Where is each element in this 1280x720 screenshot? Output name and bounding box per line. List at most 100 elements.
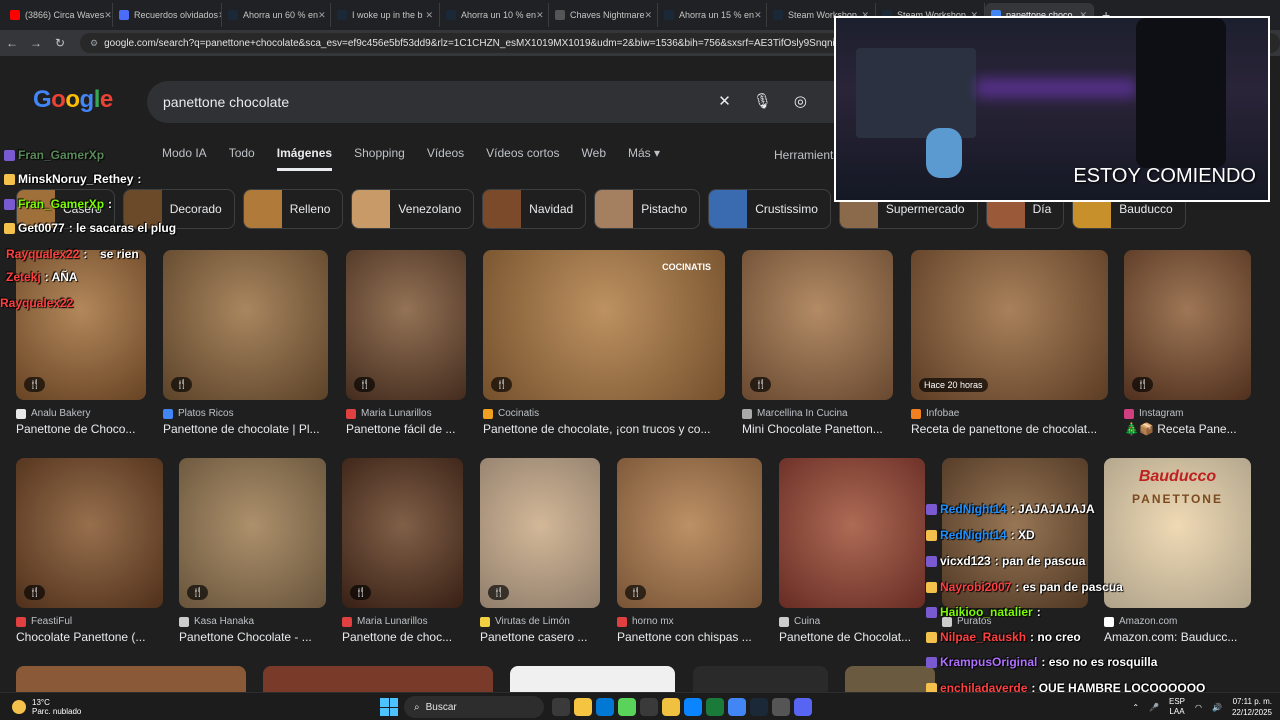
result-image[interactable]: 🍴 (742, 250, 893, 400)
result-source[interactable]: Instagram (1124, 408, 1251, 419)
result-source[interactable]: Maria Lunarillos (346, 408, 466, 419)
result-source[interactable]: Infobae (911, 408, 1108, 419)
result-source[interactable]: Platos Ricos (163, 408, 328, 419)
google-logo[interactable]: Google (33, 86, 113, 114)
taskbar-app-icon[interactable] (750, 698, 768, 716)
reload-icon[interactable]: ↻ (48, 36, 72, 50)
image-result[interactable]: 🍴 Maria Lunarillos Panettone fácil de ... (346, 250, 466, 436)
result-title[interactable]: Panettone de chocolate | Pl... (163, 422, 328, 436)
result-title[interactable]: Receta de panettone de chocolat... (911, 422, 1108, 436)
clear-icon[interactable]: ✕ (718, 92, 731, 110)
chip-pistacho[interactable]: Pistacho (594, 189, 701, 229)
taskbar-app-icon[interactable] (574, 698, 592, 716)
close-icon[interactable]: ✕ (425, 10, 433, 21)
volume-icon[interactable]: 🔊 (1212, 703, 1222, 712)
taskbar-app-icon[interactable] (684, 698, 702, 716)
result-image[interactable]: 🍴 (179, 458, 326, 608)
image-result[interactable]: 🍴 Virutas de Limón Panettone casero ... (480, 458, 600, 644)
tab-3[interactable]: Shopping (354, 146, 405, 171)
taskbar-app-icon[interactable] (618, 698, 636, 716)
chip-navidad[interactable]: Navidad (482, 189, 587, 229)
close-icon[interactable]: ✕ (645, 10, 653, 21)
result-title[interactable]: Panettone fácil de ... (346, 422, 466, 436)
site-info-icon[interactable]: ⚙ (90, 38, 98, 49)
close-icon[interactable]: ✕ (754, 10, 762, 21)
result-title[interactable]: Panettone casero ... (480, 630, 600, 644)
search-input[interactable]: panettone chocolate ✕ 🎙 ◎ (147, 81, 867, 123)
result-source[interactable]: Maria Lunarillos (342, 616, 463, 627)
result-source[interactable]: Analu Bakery (16, 408, 146, 419)
result-source[interactable]: Marcellina In Cucina (742, 408, 893, 419)
result-title[interactable]: Panettone de Choco... (16, 422, 146, 436)
result-title[interactable]: Mini Chocolate Panetton... (742, 422, 893, 436)
image-result[interactable]: 🍴 Marcellina In Cucina Mini Chocolate Pane… (742, 250, 893, 436)
image-result[interactable]: 🍴 Instagram 🎄📦 Receta Pane... (1124, 250, 1251, 436)
tab-0[interactable]: Modo IA (162, 146, 207, 171)
result-title[interactable]: 🎄📦 Receta Pane... (1124, 422, 1251, 436)
taskbar-app-icon[interactable] (552, 698, 570, 716)
image-result[interactable]: 🍴 horno mx Panettone con chispas ... (617, 458, 762, 644)
result-image[interactable]: 🍴 (617, 458, 762, 608)
result-title[interactable]: Panettone Chocolate - ... (179, 630, 326, 644)
result-image[interactable]: 🍴 (16, 458, 163, 608)
back-icon[interactable]: ← (0, 36, 24, 50)
browser-tab[interactable]: Chaves Nightmare ✕ (549, 3, 658, 27)
tab-2[interactable]: Imágenes (276, 146, 333, 171)
taskbar-app-icon[interactable] (706, 698, 724, 716)
result-image[interactable]: 🍴 (342, 458, 463, 608)
start-icon[interactable] (380, 698, 398, 716)
image-result-partial[interactable] (16, 666, 246, 692)
browser-tab[interactable]: (3866) Circa Waves ✕ (4, 3, 113, 27)
result-title[interactable]: Panettone de chocolate, ¡con trucos y co… (483, 422, 725, 436)
chip-relleno[interactable]: Relleno (242, 189, 344, 229)
chevron-up-icon[interactable]: ⌃ (1132, 703, 1139, 712)
image-result[interactable]: 🍴 Platos Ricos Panettone de chocolate | Pl… (163, 250, 328, 436)
image-result[interactable]: Bauducco PANETTONE Amazon.com Amazon.com: B… (1104, 458, 1251, 644)
image-result[interactable]: 🍴 COCINATIS Cocinatis Panettone de chocolat… (483, 250, 725, 436)
result-source[interactable]: Amazon.com (1104, 616, 1251, 627)
close-icon[interactable]: ✕ (104, 10, 112, 21)
image-result-partial[interactable] (510, 666, 675, 692)
result-image[interactable]: 🍴 (1124, 250, 1251, 400)
image-result[interactable]: 🍴 Kasa Hanaka Panettone Chocolate - ... (179, 458, 326, 644)
result-image[interactable]: 🍴 (163, 250, 328, 400)
result-source[interactable]: FeastiFul (16, 616, 163, 627)
tab-7[interactable]: Más ▾ (628, 146, 660, 171)
microphone-icon[interactable]: 🎙 (753, 92, 772, 110)
result-source[interactable]: Kasa Hanaka (179, 616, 326, 627)
result-image[interactable]: 🍴 COCINATIS (483, 250, 725, 400)
language-indicator[interactable]: ESP LAA (1169, 697, 1185, 717)
taskbar-app-icon[interactable] (794, 698, 812, 716)
result-image[interactable]: 🍴 (346, 250, 466, 400)
tab-4[interactable]: Vídeos (427, 146, 464, 171)
result-title[interactable]: Chocolate Panettone (... (16, 630, 163, 644)
image-result-partial[interactable] (263, 666, 493, 692)
result-source[interactable]: Cuina (779, 616, 925, 627)
close-icon[interactable]: ✕ (536, 10, 544, 21)
result-source[interactable]: Cocinatis (483, 408, 725, 419)
image-result-partial[interactable] (845, 666, 935, 692)
microphone-icon[interactable]: 🎤 (1149, 703, 1159, 712)
clock[interactable]: 07:11 p. m. 22/12/2025 (1232, 696, 1272, 718)
close-icon[interactable]: ✕ (318, 10, 326, 21)
result-title[interactable]: Panettone de Chocolat... (779, 630, 925, 644)
browser-tab[interactable]: Ahorra un 10 % en ✕ (440, 3, 549, 27)
wifi-icon[interactable]: ◠ (1195, 703, 1202, 712)
result-title[interactable]: Amazon.com: Bauducc... (1104, 630, 1251, 644)
image-result[interactable]: Cuina Panettone de Chocolat... (779, 458, 925, 644)
browser-tab[interactable]: Ahorra un 15 % en ✕ (658, 3, 767, 27)
image-result[interactable]: 🍴 Maria Lunarillos Panettone de choc... (342, 458, 463, 644)
result-title[interactable]: Panettone de choc... (342, 630, 463, 644)
chip-crustissimo[interactable]: Crustissimo (708, 189, 831, 229)
tab-6[interactable]: Web (582, 146, 606, 171)
browser-tab[interactable]: Ahorra un 60 % en ✕ (222, 3, 331, 27)
result-image[interactable] (779, 458, 925, 608)
browser-tab[interactable]: I woke up in the b ✕ (331, 3, 440, 27)
taskbar-app-icon[interactable] (728, 698, 746, 716)
tab-5[interactable]: Vídeos cortos (486, 146, 559, 171)
taskbar-app-icon[interactable] (596, 698, 614, 716)
result-source[interactable]: horno mx (617, 616, 762, 627)
forward-icon[interactable]: → (24, 36, 48, 50)
weather-widget[interactable]: 13°C Parc. nublado (12, 698, 81, 716)
result-image[interactable]: 🍴 (480, 458, 600, 608)
